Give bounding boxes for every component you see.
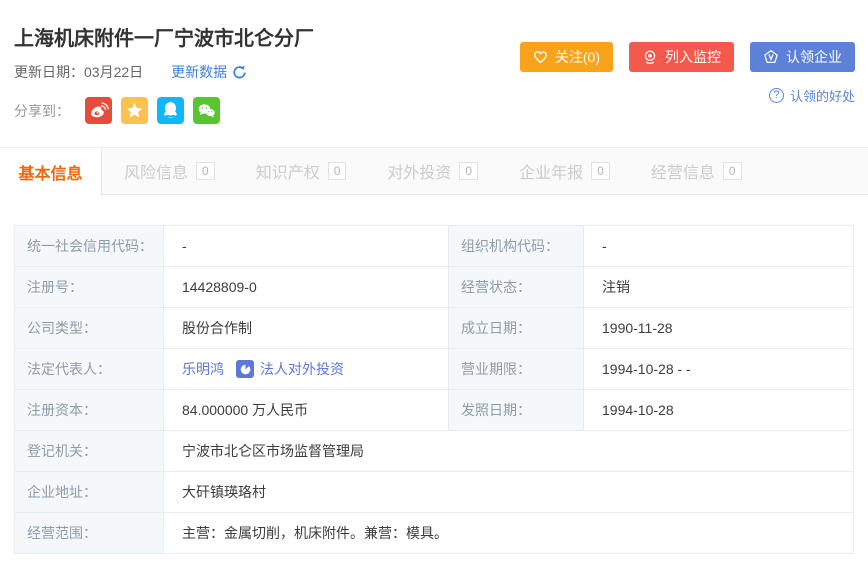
tab-risk-info-label: 风险信息: [124, 159, 188, 183]
question-icon: ?: [769, 88, 784, 103]
webcam-icon: [642, 49, 658, 65]
heart-icon: [533, 50, 548, 64]
table-row: 登记机关： 宁波市北仑区市场监督管理局: [15, 431, 854, 472]
monitor-button-label: 列入监控: [665, 47, 721, 67]
tab-bar: 基本信息 风险信息 0 知识产权 0 对外投资 0 企业年报 0 经营信息 0: [0, 147, 868, 195]
table-row: 统一社会信用代码： - 组织机构代码： -: [15, 226, 854, 267]
table-row: 注册号： 14428809-0 经营状态： 注销: [15, 267, 854, 308]
address-value: 大矸镇瑛珞村: [164, 472, 854, 513]
tab-annual-report-count-badge: 0: [591, 162, 610, 180]
business-term-value: 1994-10-28 - -: [584, 349, 854, 390]
license-date-label: 发照日期：: [449, 390, 584, 431]
qzone-icon[interactable]: [121, 97, 148, 124]
reg-capital-label: 注册资本：: [15, 390, 164, 431]
tab-intellectual-property-count-badge: 0: [328, 162, 347, 180]
tab-annual-report-label: 企业年报: [519, 159, 583, 183]
tab-business-info-count-badge: 0: [723, 162, 742, 180]
tab-outbound-investment-count-badge: 0: [459, 162, 478, 180]
tab-intellectual-property[interactable]: 知识产权 0: [237, 148, 366, 194]
org-code-value: -: [584, 226, 854, 267]
table-row: 企业地址： 大矸镇瑛珞村: [15, 472, 854, 513]
tab-basic-info[interactable]: 基本信息: [0, 148, 102, 196]
table-row: 经营范围： 主营：金属切削，机床附件。兼营：模具。: [15, 513, 854, 554]
establish-date-value: 1990-11-28: [584, 308, 854, 349]
claim-benefits-link[interactable]: ? 认领的好处: [769, 86, 855, 105]
reg-capital-value: 84.000000 万人民币: [164, 390, 449, 431]
reg-authority-value: 宁波市北仑区市场监督管理局: [164, 431, 854, 472]
monitor-button[interactable]: 列入监控: [629, 42, 734, 72]
legal-rep-value: 乐明鸿 法人对外投资: [164, 349, 449, 390]
reg-authority-label: 登记机关：: [15, 431, 164, 472]
tab-annual-report[interactable]: 企业年报 0: [500, 148, 629, 194]
table-row: 法定代表人： 乐明鸿 法人对外投资 营业期限： 1994-10-28 - -: [15, 349, 854, 390]
follow-button[interactable]: 关注(0): [520, 42, 613, 72]
address-label: 企业地址：: [15, 472, 164, 513]
table-row: 注册资本： 84.000000 万人民币 发照日期： 1994-10-28: [15, 390, 854, 431]
pie-chart-icon[interactable]: [236, 360, 254, 378]
legal-rep-label: 法定代表人：: [15, 349, 164, 390]
update-row: 更新日期：03月22日 更新数据: [14, 62, 247, 82]
tab-outbound-investment-label: 对外投资: [387, 159, 451, 183]
legal-rep-invest-link[interactable]: 法人对外投资: [260, 359, 344, 379]
basic-info-table: 统一社会信用代码： - 组织机构代码： - 注册号： 14428809-0 经营…: [14, 225, 854, 554]
tab-business-info[interactable]: 经营信息 0: [632, 148, 761, 194]
legal-rep-name-link[interactable]: 乐明鸿: [182, 359, 224, 379]
claim-button[interactable]: 认领企业: [750, 42, 855, 72]
business-scope-value: 主营：金属切削，机床附件。兼营：模具。: [164, 513, 854, 554]
credit-code-label: 统一社会信用代码：: [15, 226, 164, 267]
credit-code-value: -: [164, 226, 449, 267]
refresh-data-link[interactable]: 更新数据: [171, 62, 247, 82]
follow-button-label: 关注(0): [555, 47, 600, 67]
reg-number-label: 注册号：: [15, 267, 164, 308]
reg-number-value: 14428809-0: [164, 267, 449, 308]
share-label: 分享到：: [14, 101, 70, 121]
share-row: 分享到：: [14, 97, 220, 124]
business-term-label: 营业期限：: [449, 349, 584, 390]
tab-risk-info[interactable]: 风险信息 0: [105, 148, 234, 194]
table-row: 公司类型： 股份合作制 成立日期： 1990-11-28: [15, 308, 854, 349]
refresh-data-label: 更新数据: [171, 62, 227, 82]
page-title: 上海机床附件一厂宁波市北仑分厂: [14, 22, 314, 51]
tab-outbound-investment[interactable]: 对外投资 0: [368, 148, 497, 194]
pentagon-v-icon: [763, 49, 779, 65]
wechat-icon[interactable]: [193, 97, 220, 124]
refresh-icon: [232, 65, 247, 80]
status-value: 注销: [584, 267, 854, 308]
org-code-label: 组织机构代码：: [449, 226, 584, 267]
tab-intellectual-property-label: 知识产权: [256, 159, 320, 183]
weibo-icon[interactable]: [85, 97, 112, 124]
claim-benefits-label: 认领的好处: [790, 86, 855, 105]
business-scope-label: 经营范围：: [15, 513, 164, 554]
update-date-label: 更新日期：03月22日: [14, 62, 143, 82]
company-type-value: 股份合作制: [164, 308, 449, 349]
qq-icon[interactable]: [157, 97, 184, 124]
action-buttons: 关注(0) 列入监控 认领企业: [520, 42, 855, 72]
establish-date-label: 成立日期：: [449, 308, 584, 349]
company-profile-page: 上海机床附件一厂宁波市北仑分厂 更新日期：03月22日 更新数据 分享到：: [0, 0, 868, 565]
claim-button-label: 认领企业: [786, 47, 842, 67]
license-date-value: 1994-10-28: [584, 390, 854, 431]
company-type-label: 公司类型：: [15, 308, 164, 349]
status-label: 经营状态：: [449, 267, 584, 308]
tab-business-info-label: 经营信息: [651, 159, 715, 183]
tab-risk-info-count-badge: 0: [196, 162, 215, 180]
